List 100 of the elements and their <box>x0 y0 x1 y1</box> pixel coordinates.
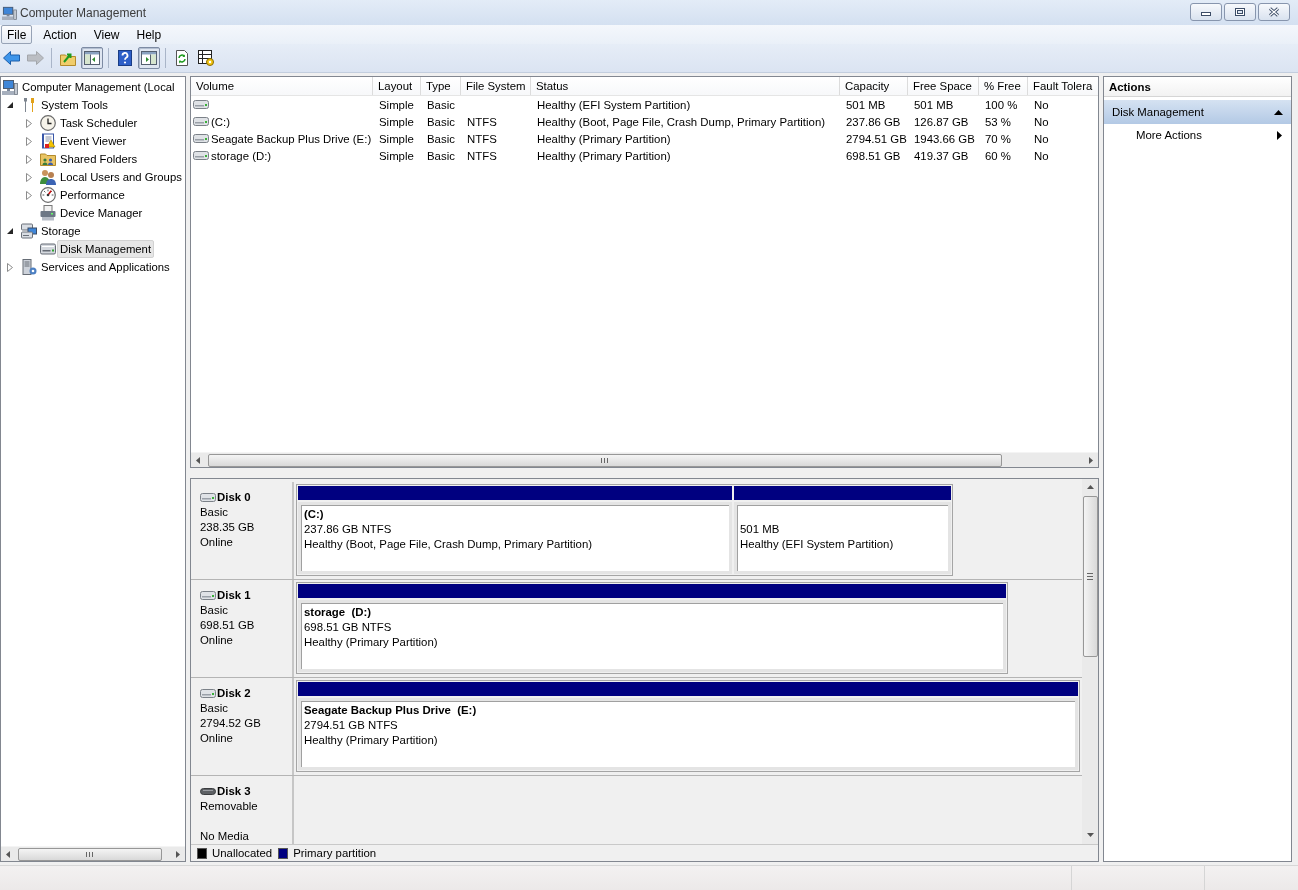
table-cell: No <box>1034 98 1049 111</box>
column-header[interactable]: Type <box>421 77 461 95</box>
table-cell: Healthy (EFI System Partition) <box>537 98 691 111</box>
scrollbar-thumb[interactable] <box>1082 496 1098 657</box>
menu-item[interactable]: View <box>87 25 126 44</box>
left-pane-icon <box>84 50 100 66</box>
partition-size: 698.51 GB NTFS <box>304 620 392 635</box>
menu-item[interactable]: Action <box>37 25 83 44</box>
tree-item[interactable]: Services and Applications <box>38 258 173 276</box>
grid-gear-icon <box>198 50 214 66</box>
table-cell: NTFS <box>467 115 497 128</box>
column-header[interactable]: Status <box>531 77 840 95</box>
tree-item[interactable]: Shared Folders <box>57 150 141 168</box>
right-arrow-icon[interactable] <box>1089 456 1093 464</box>
table-cell: 501 MB <box>914 98 954 111</box>
table-cell: 53 % <box>985 115 1011 128</box>
table-cell: 60 % <box>985 149 1011 162</box>
tree-item[interactable]: Event Viewer <box>57 132 130 150</box>
table-cell: NTFS <box>467 132 497 145</box>
console-tree-button[interactable] <box>81 47 103 69</box>
drive-icon <box>200 689 216 698</box>
right-arrow-icon[interactable] <box>176 850 180 858</box>
table-cell: Simple <box>379 115 414 128</box>
down-arrow-icon[interactable] <box>1086 833 1094 837</box>
right-pane-icon <box>141 50 157 66</box>
tree-item[interactable]: System Tools <box>38 96 111 114</box>
table-cell: Healthy (Boot, Page File, Crash Dump, Primary Partition) <box>537 115 826 128</box>
table-cell: NTFS <box>467 149 497 162</box>
column-header[interactable]: Layout <box>373 77 421 95</box>
partition-panel[interactable]: (C:) 237.86 GB NTFS Healthy (Boot, Page File, Crash Dump, Primary Partition) <box>298 502 732 574</box>
tree-arrow-icon[interactable] <box>7 228 13 234</box>
disk-drive-icon <box>40 241 56 257</box>
table-cell: Simple <box>379 98 414 111</box>
table-cell: Seagate Backup Plus Drive (E:) <box>211 132 372 145</box>
properties-button[interactable] <box>195 47 217 69</box>
action-pane-button[interactable] <box>138 47 160 69</box>
maximize-button[interactable] <box>1224 3 1256 21</box>
disk-status: Online <box>200 731 233 746</box>
tree-item[interactable]: Disk Management <box>57 240 155 258</box>
table-cell: No <box>1034 149 1049 162</box>
minimize-button[interactable] <box>1190 3 1222 21</box>
scrollbar[interactable] <box>1 846 185 861</box>
disk-name: Disk 3 <box>217 784 251 799</box>
disk-type: Basic <box>200 701 228 716</box>
tree-item[interactable]: Local Users and Groups <box>57 168 185 186</box>
close-button[interactable] <box>1258 3 1290 21</box>
computer-icon <box>2 5 17 20</box>
tree-arrow-icon[interactable] <box>7 102 13 108</box>
partition-panel[interactable]: 501 MB Healthy (EFI System Partition) <box>734 502 951 574</box>
drive-icon <box>200 591 216 600</box>
table-cell: 237.86 GB <box>846 115 901 128</box>
printer-icon <box>40 205 56 221</box>
tree-item[interactable]: Device Manager <box>57 204 146 222</box>
menu-item[interactable]: Help <box>130 25 168 44</box>
partition-size: 501 MB <box>740 522 780 537</box>
partition-panel[interactable]: Seagate Backup Plus Drive (E:) 2794.51 GB NTFS Healthy (Primary Partition) <box>298 698 1078 770</box>
menu-item[interactable]: File <box>1 25 33 44</box>
table-cell: 501 MB <box>846 98 886 111</box>
log-book-icon <box>40 133 56 149</box>
scrollbar-thumb[interactable] <box>208 453 1002 467</box>
refresh-icon <box>174 50 190 66</box>
disk-type: Removable <box>200 799 258 814</box>
table-cell: 698.51 GB <box>846 149 901 162</box>
action-item[interactable]: More Actions <box>1104 124 1291 146</box>
drives-icon <box>21 223 37 239</box>
table-cell: Basic <box>427 149 455 162</box>
table-cell: 419.37 GB <box>914 149 969 162</box>
action-section-header[interactable]: Disk Management <box>1104 100 1291 124</box>
minimize-icon <box>1201 12 1211 16</box>
partition-panel[interactable]: storage (D:) 698.51 GB NTFS Healthy (Primary Partition) <box>298 600 1006 672</box>
tree-item[interactable]: Computer Management (Local <box>19 78 178 96</box>
up-arrow-icon[interactable] <box>1086 485 1094 489</box>
table-cell: Simple <box>379 149 414 162</box>
tree-item[interactable]: Task Scheduler <box>57 114 141 132</box>
left-arrow-icon[interactable] <box>196 456 200 464</box>
disk-status: Online <box>200 633 233 648</box>
disk-type: Basic <box>200 505 228 520</box>
tree-item[interactable]: Performance <box>57 186 128 204</box>
drive-icon <box>193 151 209 160</box>
column-header[interactable]: % Free <box>979 77 1028 95</box>
left-arrow-icon[interactable] <box>6 850 10 858</box>
scrollbar[interactable] <box>191 452 1098 467</box>
table-cell: 126.87 GB <box>914 115 969 128</box>
scrollbar[interactable] <box>1082 479 1098 844</box>
tools-icon <box>21 97 37 113</box>
column-header[interactable]: Volume <box>191 77 373 95</box>
partition-status: Healthy (Primary Partition) <box>304 635 438 650</box>
column-header[interactable]: File System <box>461 77 531 95</box>
up-triangle-icon[interactable] <box>1274 109 1283 115</box>
table-cell: Healthy (Primary Partition) <box>537 149 671 162</box>
table-cell: No <box>1034 115 1049 128</box>
folder-people-icon <box>40 151 56 167</box>
scrollbar-thumb[interactable] <box>18 847 162 861</box>
partition-size: 237.86 GB NTFS <box>304 522 392 537</box>
column-header[interactable]: Free Space <box>908 77 979 95</box>
column-header[interactable]: Capacity <box>840 77 908 95</box>
disk-name: Disk 1 <box>217 588 251 603</box>
tree-item[interactable]: Storage <box>38 222 84 240</box>
table-cell: Simple <box>379 132 414 145</box>
gauge-icon <box>40 187 56 203</box>
